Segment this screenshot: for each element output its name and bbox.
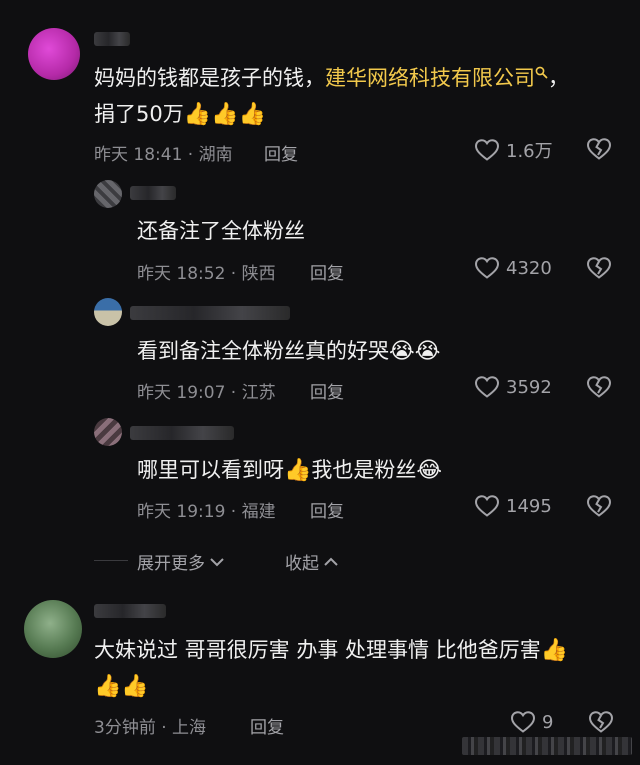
laughing-emoji: 😂 xyxy=(416,458,443,483)
reply-meta: 昨天 18:52 · 陕西 xyxy=(137,264,276,284)
comment-text-line2: 👍👍 xyxy=(94,668,149,705)
thumbs-up-emoji: 👍👍 xyxy=(94,674,149,699)
avatar[interactable] xyxy=(94,418,122,446)
avatar[interactable] xyxy=(94,180,122,208)
heart-outline-icon xyxy=(474,376,500,398)
like-button[interactable]: 1.6万 xyxy=(474,137,553,163)
like-count: 1495 xyxy=(506,495,552,517)
heart-outline-icon xyxy=(510,711,536,733)
reply-text: 哪里可以看到呀👍我也是粉丝😂 xyxy=(137,458,443,483)
broken-heart-icon xyxy=(588,711,614,733)
collapse-button[interactable]: 收起 xyxy=(285,549,339,574)
chevron-down-icon xyxy=(210,557,224,566)
avatar[interactable] xyxy=(28,28,80,80)
thumbs-up-emoji: 👍 xyxy=(284,458,312,483)
search-link[interactable]: 建华网络科技有限公司 xyxy=(325,66,548,90)
reply-meta: 昨天 19:07 · 江苏 xyxy=(137,383,276,403)
thumbs-up-emoji: 👍 xyxy=(540,638,569,663)
like-count: 9 xyxy=(542,711,554,733)
username-blurred[interactable] xyxy=(130,186,176,200)
like-count: 3592 xyxy=(506,376,552,398)
comment-text-part: 妈妈的钱都是孩子的钱， xyxy=(94,66,325,90)
comment-meta: 3分钟前 · 上海 xyxy=(94,718,207,738)
dislike-button[interactable] xyxy=(588,710,614,734)
dislike-button[interactable] xyxy=(586,494,612,518)
reply-button[interactable]: 回复 xyxy=(250,713,284,738)
broken-heart-icon xyxy=(586,138,612,160)
heart-outline-icon xyxy=(474,257,500,279)
username-blurred[interactable] xyxy=(94,32,130,46)
like-button[interactable]: 9 xyxy=(510,710,553,734)
reply-button[interactable]: 回复 xyxy=(310,259,344,284)
reply-button[interactable]: 回复 xyxy=(264,140,298,165)
comment-text-line2: 捐了50万👍👍👍 xyxy=(94,102,266,127)
comment-text: 妈妈的钱都是孩子的钱，建华网络科技有限公司， xyxy=(94,66,569,90)
dislike-button[interactable] xyxy=(586,375,612,399)
username-blurred[interactable] xyxy=(130,426,234,440)
like-button[interactable]: 4320 xyxy=(474,256,552,280)
avatar[interactable] xyxy=(94,298,122,326)
like-count: 4320 xyxy=(506,257,552,279)
heart-outline-icon xyxy=(474,139,500,161)
dislike-button[interactable] xyxy=(586,256,612,280)
reply-button[interactable]: 回复 xyxy=(310,497,344,522)
like-button[interactable]: 1495 xyxy=(474,494,552,518)
crying-emoji: 😭😭 xyxy=(389,339,441,364)
dislike-button[interactable] xyxy=(586,137,612,161)
username-blurred[interactable] xyxy=(130,306,290,320)
reply-text: 还备注了全体粉丝 xyxy=(137,219,305,243)
broken-heart-icon xyxy=(586,257,612,279)
expand-more-button[interactable]: 展开更多 xyxy=(137,549,225,574)
username-blurred[interactable] xyxy=(94,604,166,618)
reply-meta: 昨天 19:19 · 福建 xyxy=(137,502,276,522)
comment-text: 大妹说过 哥哥很厉害 办事 处理事情 比他爸厉害👍 xyxy=(94,638,569,663)
reply-button[interactable]: 回复 xyxy=(310,378,344,403)
search-icon xyxy=(535,66,548,79)
thread-divider xyxy=(94,560,128,561)
reply-text: 看到备注全体粉丝真的好哭😭😭 xyxy=(137,339,441,364)
like-count: 1.6万 xyxy=(506,141,553,162)
like-button[interactable]: 3592 xyxy=(474,375,552,399)
broken-heart-icon xyxy=(586,495,612,517)
thumbs-up-emoji: 👍👍👍 xyxy=(183,102,266,127)
avatar[interactable] xyxy=(24,600,82,658)
broken-heart-icon xyxy=(586,376,612,398)
watermark xyxy=(462,737,632,755)
heart-outline-icon xyxy=(474,495,500,517)
comment-meta: 昨天 18:41 · 湖南 xyxy=(94,145,233,165)
chevron-up-icon xyxy=(324,557,338,566)
